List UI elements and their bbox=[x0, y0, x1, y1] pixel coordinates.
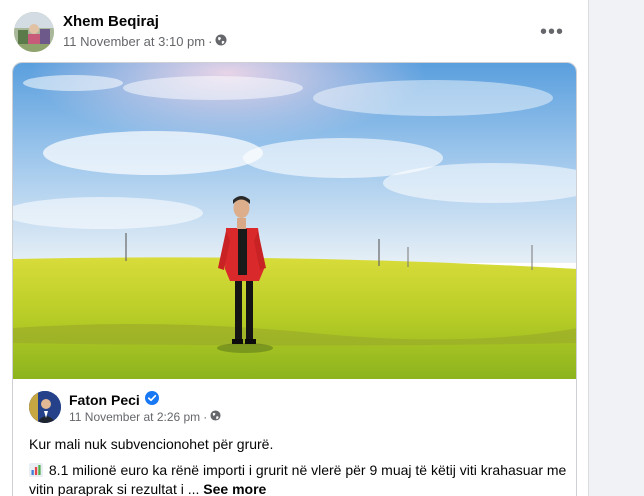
shared-author-name[interactable]: Faton Peci bbox=[69, 392, 140, 408]
bar-chart-icon bbox=[29, 463, 43, 477]
meta-separator: · bbox=[208, 34, 213, 49]
post-text-line1: Kur mali nuk subvencionohet për grurë. bbox=[29, 436, 274, 452]
feed-post-card: Xhem Beqiraj 11 November at 3:10 pm · ••… bbox=[0, 0, 589, 496]
more-options-button[interactable]: ••• bbox=[536, 18, 568, 46]
page: Xhem Beqiraj 11 November at 3:10 pm · ••… bbox=[0, 0, 644, 496]
post-timestamp[interactable]: 11 November at 3:10 pm bbox=[63, 34, 205, 49]
globe-icon bbox=[210, 410, 221, 424]
shared-post[interactable]: Faton Peci 11 November at 2:26 pm · Kur … bbox=[12, 62, 577, 496]
author-avatar[interactable] bbox=[14, 12, 54, 52]
post-meta: 11 November at 3:10 pm · bbox=[63, 34, 227, 49]
post-text-line2: 8.1 milionë euro ka rënë importi i gruri… bbox=[29, 461, 569, 496]
verified-badge-icon bbox=[144, 391, 159, 408]
post-photo[interactable] bbox=[13, 63, 577, 379]
more-options-icon: ••• bbox=[539, 20, 564, 43]
post-header: Xhem Beqiraj 11 November at 3:10 pm · ••… bbox=[14, 12, 574, 54]
meta-separator: · bbox=[203, 410, 208, 424]
author-name[interactable]: Xhem Beqiraj bbox=[63, 13, 159, 30]
shared-author: Faton Peci bbox=[69, 391, 159, 408]
shared-post-timestamp[interactable]: 11 November at 2:26 pm bbox=[69, 410, 200, 424]
shared-post-meta: 11 November at 2:26 pm · bbox=[69, 410, 221, 424]
see-more-link[interactable]: See more bbox=[203, 481, 266, 496]
shared-author-avatar[interactable] bbox=[29, 391, 61, 423]
globe-icon bbox=[215, 34, 227, 49]
shared-post-header: Faton Peci 11 November at 2:26 pm · bbox=[29, 391, 429, 427]
post-text-body: 8.1 milionë euro ka rënë importi i gruri… bbox=[29, 462, 567, 496]
